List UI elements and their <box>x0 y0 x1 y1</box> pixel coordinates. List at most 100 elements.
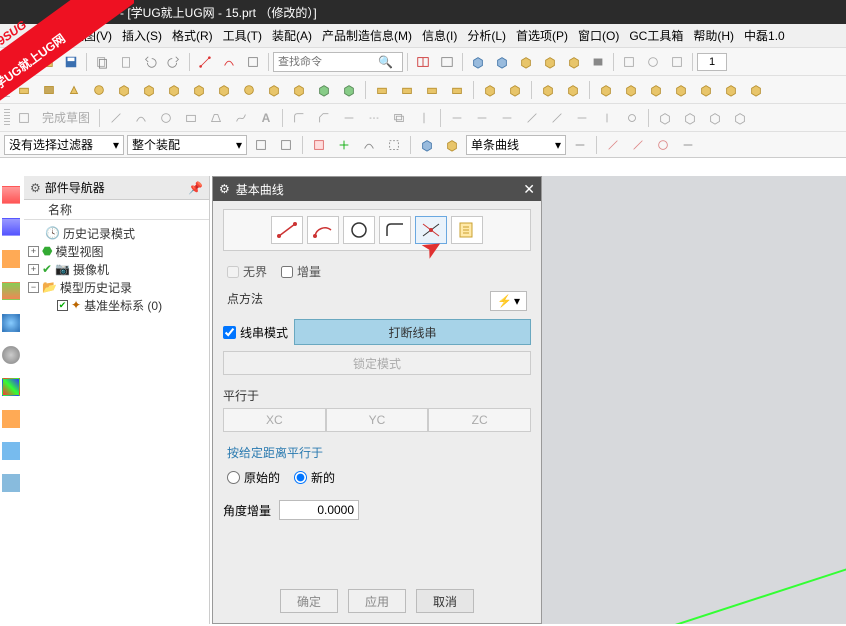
menu-format[interactable]: 格式(R) <box>168 25 217 46</box>
feat-11[interactable] <box>263 79 285 101</box>
sk-chamfer[interactable] <box>313 107 335 129</box>
curve-type-arc[interactable] <box>307 216 339 244</box>
sk-extend[interactable] <box>363 107 385 129</box>
feat-19[interactable] <box>479 79 501 101</box>
sk-s1[interactable] <box>654 107 676 129</box>
search-icon[interactable]: 🔍 <box>374 55 397 69</box>
feat-17[interactable] <box>421 79 443 101</box>
sk-rect[interactable] <box>180 107 202 129</box>
gripper-icon[interactable] <box>4 109 10 127</box>
expand-icon[interactable]: + <box>28 246 39 257</box>
filter-combo[interactable]: 没有选择过滤器 ▾ <box>4 135 124 155</box>
sk-arc[interactable] <box>130 107 152 129</box>
feat-8[interactable] <box>188 79 210 101</box>
open-button[interactable] <box>36 51 58 73</box>
menu-help[interactable]: 帮助(H) <box>689 25 738 46</box>
expand-icon[interactable]: + <box>28 264 39 275</box>
nav-history-icon[interactable] <box>2 346 20 364</box>
sk-c3[interactable] <box>571 107 593 129</box>
feat-1[interactable] <box>13 79 35 101</box>
feat-18[interactable] <box>446 79 468 101</box>
cancel-button[interactable]: 取消 <box>416 589 474 613</box>
feat-5[interactable] <box>113 79 135 101</box>
radio-new[interactable]: 新的 <box>294 469 335 486</box>
menu-pref[interactable]: 首选项(P) <box>512 25 572 46</box>
arc-tool[interactable] <box>218 51 240 73</box>
cube-2[interactable] <box>491 51 513 73</box>
menu-view[interactable]: 视图(V) <box>68 25 116 46</box>
sk-fillet[interactable] <box>288 107 310 129</box>
sk-circle[interactable] <box>155 107 177 129</box>
checkbox-checked[interactable]: ✔ <box>57 300 68 311</box>
sk-c5[interactable] <box>621 107 643 129</box>
sel-11[interactable] <box>627 134 649 156</box>
sk-trim[interactable] <box>338 107 360 129</box>
sk-c2[interactable] <box>546 107 568 129</box>
feat-20[interactable] <box>504 79 526 101</box>
feat-3[interactable] <box>63 79 85 101</box>
sketch-finish[interactable] <box>13 107 35 129</box>
gripper-icon[interactable] <box>4 53 10 71</box>
sel-2[interactable] <box>275 134 297 156</box>
sk-poly[interactable] <box>205 107 227 129</box>
nav-assembly-icon[interactable] <box>2 218 20 236</box>
tree-row-camera[interactable]: + ✔ 📷 摄像机 <box>28 260 205 278</box>
sk-offset[interactable] <box>388 107 410 129</box>
feat-6[interactable] <box>138 79 160 101</box>
sel-8[interactable] <box>441 134 463 156</box>
feat-4[interactable] <box>88 79 110 101</box>
curve-type-edit[interactable] <box>451 216 483 244</box>
nav-reuse-icon[interactable] <box>2 282 20 300</box>
view-button-2[interactable] <box>436 51 458 73</box>
feat-28[interactable] <box>720 79 742 101</box>
cube-5[interactable] <box>563 51 585 73</box>
dialog-header[interactable]: ⚙ 基本曲线 ✕ <box>213 177 541 201</box>
sel-4[interactable] <box>333 134 355 156</box>
misc-2[interactable] <box>642 51 664 73</box>
cube-1[interactable] <box>467 51 489 73</box>
curve-type-line[interactable] <box>271 216 303 244</box>
nav-sys-icon[interactable] <box>2 474 20 492</box>
tree-row-history-mode[interactable]: 🕓 历史记录模式 <box>28 224 205 242</box>
sel-1[interactable] <box>250 134 272 156</box>
sk-spline[interactable] <box>230 107 252 129</box>
new-button[interactable] <box>12 51 34 73</box>
layer-spin[interactable]: 1 <box>697 53 727 71</box>
feat-10[interactable] <box>238 79 260 101</box>
sheet-tool[interactable] <box>242 51 264 73</box>
redo-button[interactable] <box>163 51 185 73</box>
sel-5[interactable] <box>358 134 380 156</box>
sk-mirror[interactable] <box>413 107 435 129</box>
search-input[interactable] <box>274 56 374 68</box>
copy-button[interactable] <box>91 51 113 73</box>
sel-9[interactable] <box>569 134 591 156</box>
feat-13[interactable] <box>313 79 335 101</box>
nav-roles-icon[interactable] <box>2 410 20 428</box>
paste-button[interactable] <box>115 51 137 73</box>
point-method-button[interactable]: ⚡ ▾ <box>490 291 527 311</box>
feat-29[interactable] <box>745 79 767 101</box>
graphics-viewport[interactable] <box>542 176 846 624</box>
assembly-combo[interactable]: 整个装配 ▾ <box>127 135 247 155</box>
menu-tools[interactable]: 工具(T) <box>219 25 266 46</box>
feat-7[interactable] <box>163 79 185 101</box>
sk-s3[interactable] <box>704 107 726 129</box>
sk-c4[interactable] <box>596 107 618 129</box>
cube-4[interactable] <box>539 51 561 73</box>
menu-analyze[interactable]: 分析(L) <box>463 25 510 46</box>
sel-13[interactable] <box>677 134 699 156</box>
misc-3[interactable] <box>666 51 688 73</box>
curve-geometry[interactable] <box>618 562 846 624</box>
sk-dim3[interactable] <box>496 107 518 129</box>
radio-original[interactable]: 原始的 <box>227 469 280 486</box>
sel-7[interactable] <box>416 134 438 156</box>
sel-10[interactable] <box>602 134 624 156</box>
feat-21[interactable] <box>537 79 559 101</box>
nav-lib-icon[interactable] <box>2 442 20 460</box>
gear-icon[interactable]: ⚙ <box>30 181 41 195</box>
feat-9[interactable] <box>213 79 235 101</box>
feat-22[interactable] <box>562 79 584 101</box>
string-mode-checkbox[interactable]: 线串模式 <box>223 324 288 341</box>
sk-s2[interactable] <box>679 107 701 129</box>
nav-constraint-icon[interactable] <box>2 250 20 268</box>
